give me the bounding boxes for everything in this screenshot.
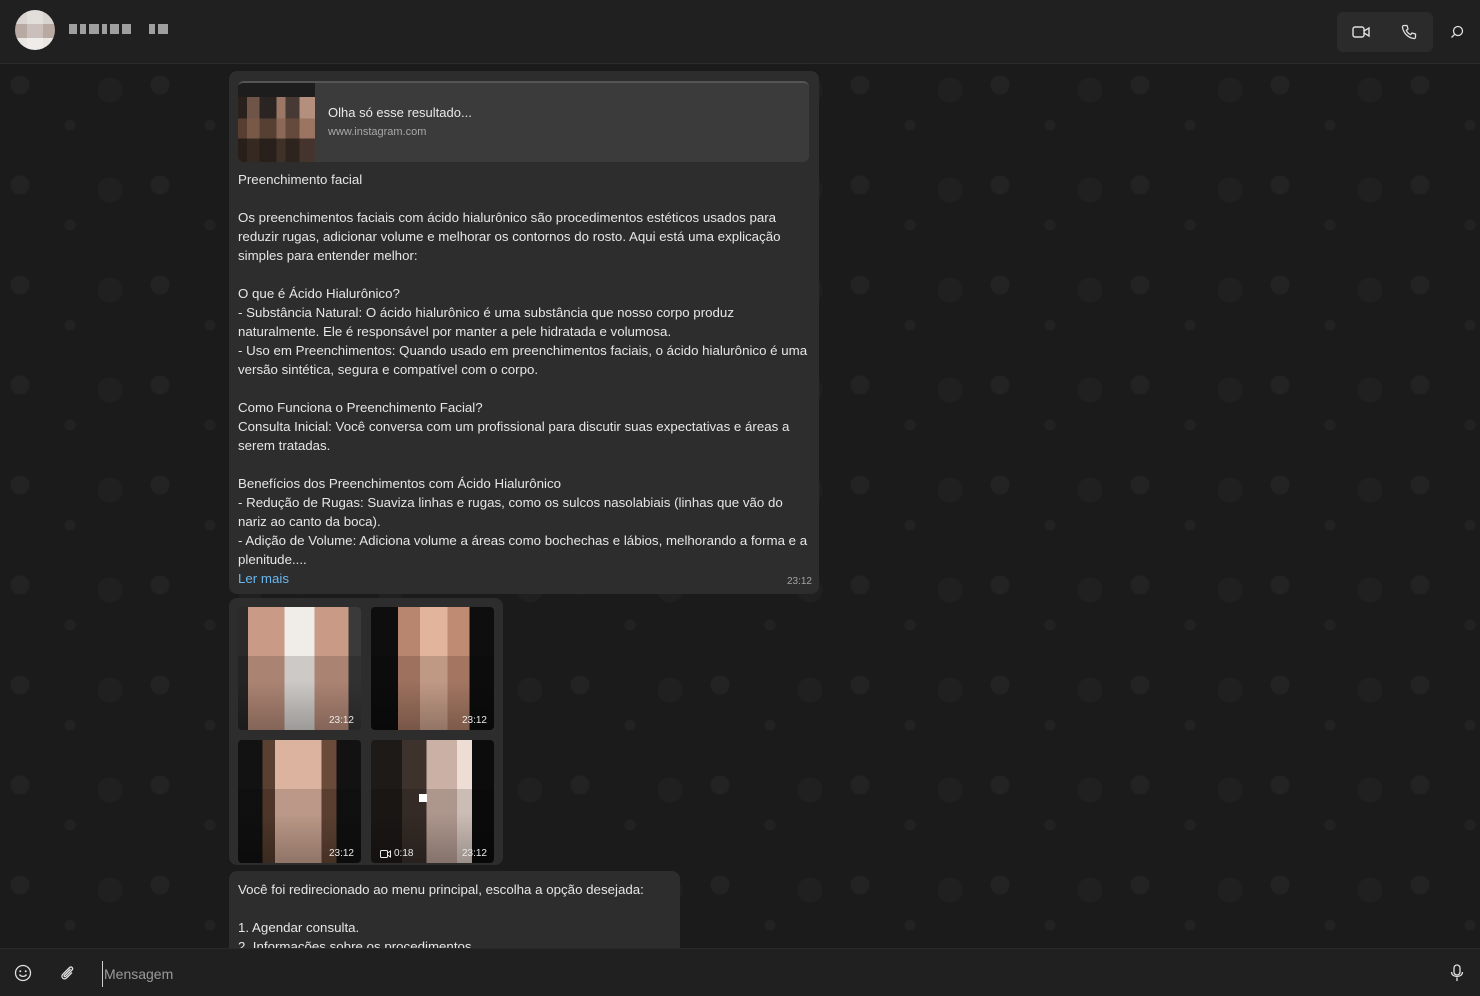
media-album: 23:12 23:12 23:12 0:18 23:12 [229,598,503,865]
video-icon [380,849,391,858]
video-call-button[interactable] [1337,12,1385,52]
message-bubble[interactable]: Você foi redirecionado ao menu principal… [229,871,680,948]
link-preview[interactable]: Olha só esse resultado... www.instagram.… [238,81,809,162]
avatar[interactable] [15,10,55,50]
search-icon [1451,25,1464,38]
composer [0,948,1480,996]
play-icon [419,794,427,802]
voice-call-button[interactable] [1385,12,1433,52]
link-preview-thumbnail [238,83,315,162]
media-time: 23:12 [461,715,487,726]
link-preview-title: Olha só esse resultado... [328,105,472,120]
contact-name[interactable] [69,22,187,36]
link-preview-url: www.instagram.com [328,126,427,138]
media-time: 23:12 [328,848,354,859]
phone-icon [1401,24,1417,40]
media-thumbnail[interactable]: 23:12 [238,740,361,863]
microphone-icon [1450,964,1464,981]
read-more-link[interactable]: Ler mais [238,571,289,586]
message-body: Preenchimento facial Os preenchimentos f… [238,172,808,567]
media-time: 23:12 [461,848,487,859]
attach-button[interactable] [55,961,79,985]
contact-name-text [69,22,70,23]
message-text: Você foi redirecionado ao menu principal… [238,882,644,948]
message-list[interactable]: Olha só esse resultado... www.instagram.… [0,65,1480,948]
media-time: 23:12 [328,715,354,726]
video-duration-text: 0:18 [394,848,414,859]
chat-header [0,0,1480,64]
video-thumbnail[interactable]: 0:18 23:12 [371,740,494,863]
emoji-icon [14,964,32,982]
video-camera-icon [1352,26,1370,38]
microphone-button[interactable] [1445,961,1469,985]
media-thumbnail[interactable]: 23:12 [238,607,361,730]
paperclip-icon [61,966,74,980]
video-duration: 0:18 [380,848,413,859]
media-thumbnail[interactable]: 23:12 [371,607,494,730]
message-time: 23:12 [786,576,812,587]
call-button-group [1337,12,1433,52]
emoji-button[interactable] [11,961,35,985]
message-input[interactable] [102,961,1426,987]
message-bubble[interactable]: Olha só esse resultado... www.instagram.… [229,71,819,594]
message-text: Preenchimento facial Os preenchimentos f… [238,170,810,588]
search-button[interactable] [1445,19,1469,45]
